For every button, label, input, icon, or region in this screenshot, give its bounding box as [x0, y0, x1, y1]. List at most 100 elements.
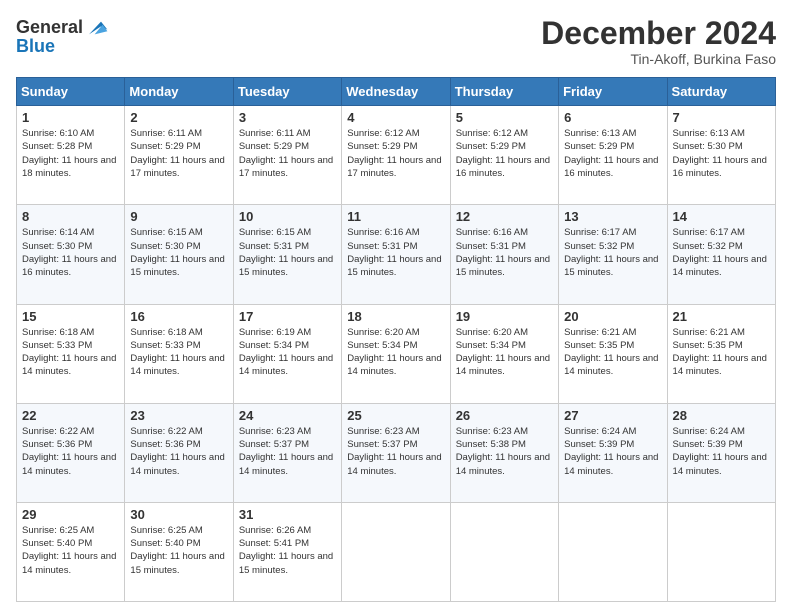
calendar-cell: 28 Sunrise: 6:24 AMSunset: 5:39 PMDaylig… [667, 403, 775, 502]
cell-info: Sunrise: 6:12 AMSunset: 5:29 PMDaylight:… [347, 128, 441, 179]
day-number: 10 [239, 209, 336, 224]
calendar-cell: 10 Sunrise: 6:15 AMSunset: 5:31 PMDaylig… [233, 205, 341, 304]
cell-info: Sunrise: 6:22 AMSunset: 5:36 PMDaylight:… [130, 426, 224, 477]
header: General Blue December 2024 Tin-Akoff, Bu… [16, 16, 776, 67]
day-number: 24 [239, 408, 336, 423]
cell-info: Sunrise: 6:24 AMSunset: 5:39 PMDaylight:… [673, 426, 767, 477]
day-number: 28 [673, 408, 770, 423]
cell-info: Sunrise: 6:22 AMSunset: 5:36 PMDaylight:… [22, 426, 116, 477]
calendar-cell: 4 Sunrise: 6:12 AMSunset: 5:29 PMDayligh… [342, 106, 450, 205]
cell-info: Sunrise: 6:23 AMSunset: 5:38 PMDaylight:… [456, 426, 550, 477]
day-number: 22 [22, 408, 119, 423]
day-number: 23 [130, 408, 227, 423]
calendar-cell: 24 Sunrise: 6:23 AMSunset: 5:37 PMDaylig… [233, 403, 341, 502]
cell-info: Sunrise: 6:13 AMSunset: 5:29 PMDaylight:… [564, 128, 658, 179]
logo-text: General [16, 18, 83, 38]
day-number: 19 [456, 309, 553, 324]
calendar-cell: 6 Sunrise: 6:13 AMSunset: 5:29 PMDayligh… [559, 106, 667, 205]
calendar-cell: 12 Sunrise: 6:16 AMSunset: 5:31 PMDaylig… [450, 205, 558, 304]
calendar-week-row: 22 Sunrise: 6:22 AMSunset: 5:36 PMDaylig… [17, 403, 776, 502]
cell-info: Sunrise: 6:25 AMSunset: 5:40 PMDaylight:… [130, 525, 224, 576]
title-block: December 2024 Tin-Akoff, Burkina Faso [541, 16, 776, 67]
day-number: 25 [347, 408, 444, 423]
logo: General Blue [16, 16, 109, 57]
cell-info: Sunrise: 6:10 AMSunset: 5:28 PMDaylight:… [22, 128, 116, 179]
calendar-header-cell: Saturday [667, 78, 775, 106]
calendar-cell: 25 Sunrise: 6:23 AMSunset: 5:37 PMDaylig… [342, 403, 450, 502]
day-number: 6 [564, 110, 661, 125]
cell-info: Sunrise: 6:20 AMSunset: 5:34 PMDaylight:… [347, 327, 441, 378]
calendar-week-row: 15 Sunrise: 6:18 AMSunset: 5:33 PMDaylig… [17, 304, 776, 403]
cell-info: Sunrise: 6:11 AMSunset: 5:29 PMDaylight:… [239, 128, 333, 179]
month-title: December 2024 [541, 16, 776, 51]
cell-info: Sunrise: 6:13 AMSunset: 5:30 PMDaylight:… [673, 128, 767, 179]
calendar-cell: 11 Sunrise: 6:16 AMSunset: 5:31 PMDaylig… [342, 205, 450, 304]
calendar-cell: 29 Sunrise: 6:25 AMSunset: 5:40 PMDaylig… [17, 502, 125, 601]
cell-info: Sunrise: 6:20 AMSunset: 5:34 PMDaylight:… [456, 327, 550, 378]
day-number: 8 [22, 209, 119, 224]
calendar-cell: 20 Sunrise: 6:21 AMSunset: 5:35 PMDaylig… [559, 304, 667, 403]
cell-info: Sunrise: 6:23 AMSunset: 5:37 PMDaylight:… [239, 426, 333, 477]
calendar-cell [450, 502, 558, 601]
calendar-header-cell: Monday [125, 78, 233, 106]
cell-info: Sunrise: 6:16 AMSunset: 5:31 PMDaylight:… [347, 227, 441, 278]
cell-info: Sunrise: 6:17 AMSunset: 5:32 PMDaylight:… [673, 227, 767, 278]
calendar-cell: 23 Sunrise: 6:22 AMSunset: 5:36 PMDaylig… [125, 403, 233, 502]
cell-info: Sunrise: 6:17 AMSunset: 5:32 PMDaylight:… [564, 227, 658, 278]
cell-info: Sunrise: 6:19 AMSunset: 5:34 PMDaylight:… [239, 327, 333, 378]
calendar-cell: 27 Sunrise: 6:24 AMSunset: 5:39 PMDaylig… [559, 403, 667, 502]
calendar-cell: 19 Sunrise: 6:20 AMSunset: 5:34 PMDaylig… [450, 304, 558, 403]
calendar-cell: 26 Sunrise: 6:23 AMSunset: 5:38 PMDaylig… [450, 403, 558, 502]
day-number: 4 [347, 110, 444, 125]
cell-info: Sunrise: 6:21 AMSunset: 5:35 PMDaylight:… [673, 327, 767, 378]
calendar-cell: 14 Sunrise: 6:17 AMSunset: 5:32 PMDaylig… [667, 205, 775, 304]
day-number: 26 [456, 408, 553, 423]
cell-info: Sunrise: 6:15 AMSunset: 5:31 PMDaylight:… [239, 227, 333, 278]
cell-info: Sunrise: 6:12 AMSunset: 5:29 PMDaylight:… [456, 128, 550, 179]
calendar-cell: 17 Sunrise: 6:19 AMSunset: 5:34 PMDaylig… [233, 304, 341, 403]
day-number: 11 [347, 209, 444, 224]
page: General Blue December 2024 Tin-Akoff, Bu… [0, 0, 792, 612]
calendar-cell: 7 Sunrise: 6:13 AMSunset: 5:30 PMDayligh… [667, 106, 775, 205]
day-number: 13 [564, 209, 661, 224]
day-number: 2 [130, 110, 227, 125]
calendar-cell: 2 Sunrise: 6:11 AMSunset: 5:29 PMDayligh… [125, 106, 233, 205]
cell-info: Sunrise: 6:15 AMSunset: 5:30 PMDaylight:… [130, 227, 224, 278]
cell-info: Sunrise: 6:24 AMSunset: 5:39 PMDaylight:… [564, 426, 658, 477]
day-number: 16 [130, 309, 227, 324]
calendar-cell: 13 Sunrise: 6:17 AMSunset: 5:32 PMDaylig… [559, 205, 667, 304]
cell-info: Sunrise: 6:21 AMSunset: 5:35 PMDaylight:… [564, 327, 658, 378]
day-number: 3 [239, 110, 336, 125]
cell-info: Sunrise: 6:18 AMSunset: 5:33 PMDaylight:… [22, 327, 116, 378]
calendar-cell: 9 Sunrise: 6:15 AMSunset: 5:30 PMDayligh… [125, 205, 233, 304]
calendar-cell: 16 Sunrise: 6:18 AMSunset: 5:33 PMDaylig… [125, 304, 233, 403]
day-number: 20 [564, 309, 661, 324]
cell-info: Sunrise: 6:18 AMSunset: 5:33 PMDaylight:… [130, 327, 224, 378]
day-number: 18 [347, 309, 444, 324]
calendar-week-row: 29 Sunrise: 6:25 AMSunset: 5:40 PMDaylig… [17, 502, 776, 601]
cell-info: Sunrise: 6:26 AMSunset: 5:41 PMDaylight:… [239, 525, 333, 576]
cell-info: Sunrise: 6:14 AMSunset: 5:30 PMDaylight:… [22, 227, 116, 278]
cell-info: Sunrise: 6:23 AMSunset: 5:37 PMDaylight:… [347, 426, 441, 477]
calendar-cell: 1 Sunrise: 6:10 AMSunset: 5:28 PMDayligh… [17, 106, 125, 205]
day-number: 14 [673, 209, 770, 224]
calendar-cell [342, 502, 450, 601]
day-number: 31 [239, 507, 336, 522]
day-number: 21 [673, 309, 770, 324]
calendar-cell: 21 Sunrise: 6:21 AMSunset: 5:35 PMDaylig… [667, 304, 775, 403]
calendar-week-row: 1 Sunrise: 6:10 AMSunset: 5:28 PMDayligh… [17, 106, 776, 205]
calendar-cell: 8 Sunrise: 6:14 AMSunset: 5:30 PMDayligh… [17, 205, 125, 304]
calendar-cell: 15 Sunrise: 6:18 AMSunset: 5:33 PMDaylig… [17, 304, 125, 403]
calendar-week-row: 8 Sunrise: 6:14 AMSunset: 5:30 PMDayligh… [17, 205, 776, 304]
calendar-cell: 31 Sunrise: 6:26 AMSunset: 5:41 PMDaylig… [233, 502, 341, 601]
day-number: 12 [456, 209, 553, 224]
calendar-cell: 30 Sunrise: 6:25 AMSunset: 5:40 PMDaylig… [125, 502, 233, 601]
calendar-header-cell: Sunday [17, 78, 125, 106]
day-number: 27 [564, 408, 661, 423]
day-number: 29 [22, 507, 119, 522]
day-number: 7 [673, 110, 770, 125]
calendar-cell: 5 Sunrise: 6:12 AMSunset: 5:29 PMDayligh… [450, 106, 558, 205]
calendar-cell [667, 502, 775, 601]
calendar-body: 1 Sunrise: 6:10 AMSunset: 5:28 PMDayligh… [17, 106, 776, 602]
calendar-cell: 18 Sunrise: 6:20 AMSunset: 5:34 PMDaylig… [342, 304, 450, 403]
